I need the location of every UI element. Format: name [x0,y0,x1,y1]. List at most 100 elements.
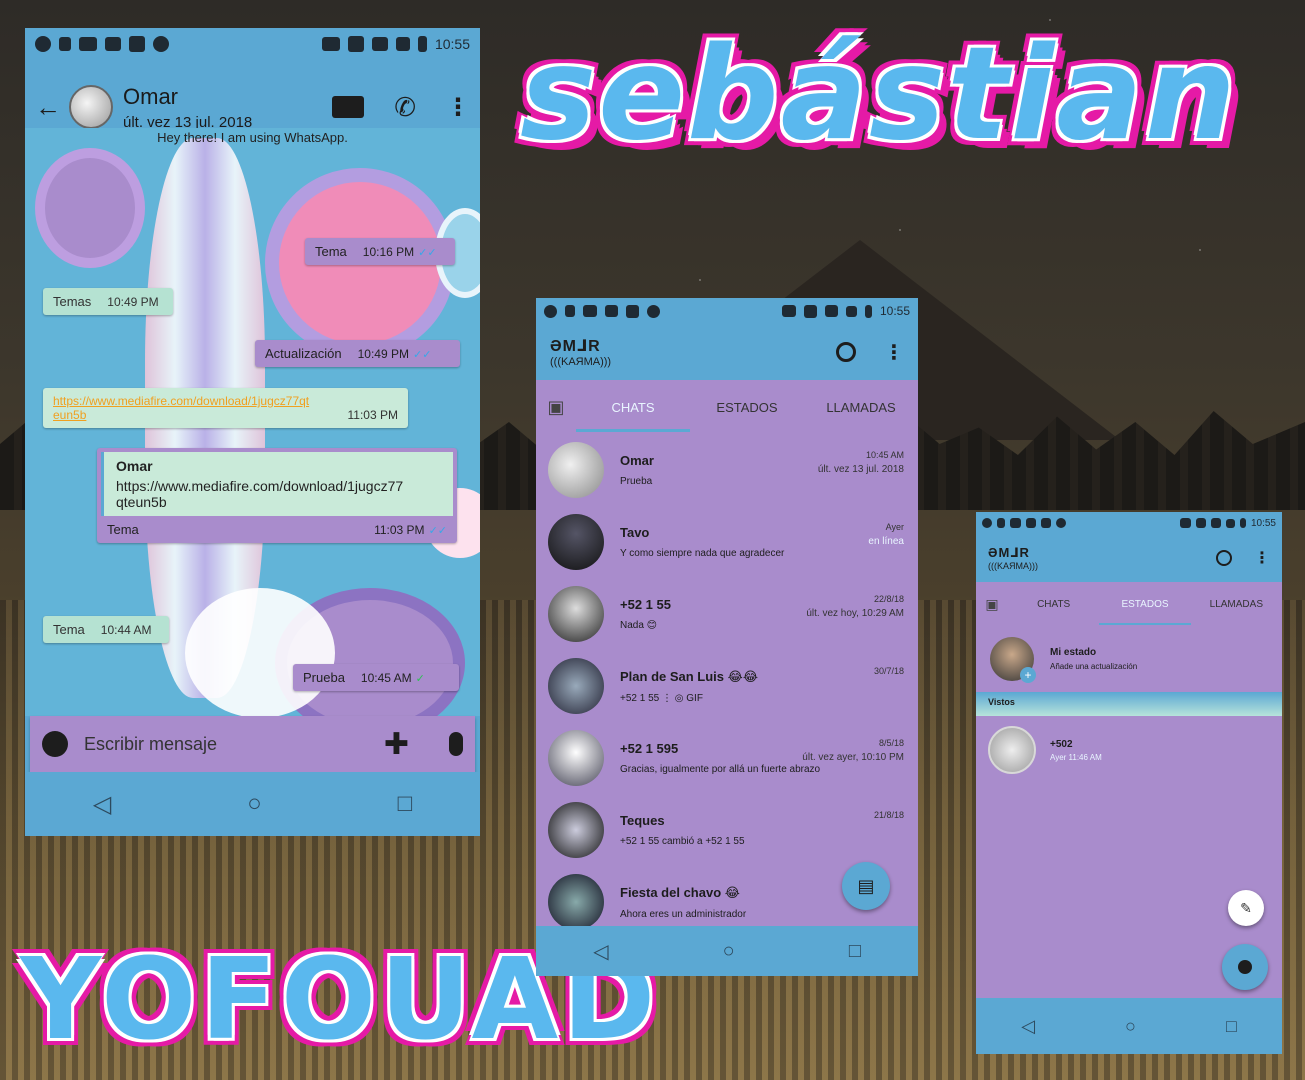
gmail-icon [79,37,97,51]
viewed-section-header: Vistos [976,692,1282,716]
search-icon[interactable] [836,342,856,362]
vibrate-icon [1195,518,1206,528]
read-check-icon: ✓ [415,673,425,685]
search-icon[interactable] [1216,550,1232,566]
avatar[interactable] [548,802,604,858]
chat-row[interactable]: Plan de San Luis 😂😂 +52 1 55 ⋮ ◎ GIF 30/7… [536,650,918,722]
message-bubble[interactable]: Prueba 10:45 AM ✓ [293,664,459,691]
chat-row[interactable]: +52 1 595 Gracias, igualmente por allá un… [536,722,918,794]
whatsapp-icon [153,36,169,52]
avatar[interactable] [548,514,604,570]
status-time: 10:55 [1250,517,1276,529]
brand-sub: (((KAЯMA))) [988,561,1038,571]
more-options-icon[interactable]: ⋮ [884,340,904,365]
emoji-icon[interactable] [42,731,68,757]
airplane-icon [395,37,410,51]
read-check-icon: ✓✓ [412,349,432,361]
read-check-icon: ✓✓ [428,525,447,537]
my-status-row[interactable]: + Mi estado Añade una actualización [976,626,1282,692]
more-options-icon[interactable]: ⋮ [446,93,470,122]
message-bubble-reply[interactable]: Omar https://www.mediafire.com/download/… [97,448,457,543]
camera-status-button[interactable] [1222,944,1268,990]
notification-icon [59,37,71,51]
airplane-icon [845,305,857,317]
tab-llamadas[interactable]: LLAMADAS [804,400,918,415]
message-bubble[interactable]: Tema 10:16 PM ✓✓ [305,238,455,265]
avatar[interactable] [548,730,604,786]
nav-home-icon[interactable]: ○ [247,790,262,818]
tab-estados[interactable]: ESTADOS [1099,599,1191,625]
video-call-icon[interactable] [332,96,365,118]
nav-bar: ◁ ○ □ [25,772,480,836]
chat-area: Hey there! I am using WhatsApp. Tema 10:1… [25,128,480,716]
more-options-icon[interactable]: ⋮ [1254,548,1270,568]
settings-icon [35,36,51,52]
airplane-icon [1225,518,1235,528]
message-icon: ▤ [857,875,875,896]
avatar[interactable] [988,726,1036,774]
avatar[interactable] [548,442,604,498]
tab-chats[interactable]: CHATS [1008,599,1099,610]
avatar[interactable]: + [990,637,1036,683]
status-bar: 10:55 [976,512,1282,534]
cast-icon [1179,518,1191,528]
back-arrow-icon[interactable]: ← [35,92,61,123]
microphone-icon[interactable] [449,732,463,756]
nav-back-icon[interactable]: ◁ [93,790,111,819]
wifi-icon [824,305,838,317]
avatar[interactable] [548,874,604,930]
tab-chats[interactable]: CHATS [576,400,690,432]
nav-home-icon[interactable]: ○ [1125,1016,1136,1037]
add-status-icon[interactable]: + [1020,667,1036,683]
message-input[interactable]: Escribir mensaje [84,734,384,755]
tab-estados[interactable]: ESTADOS [690,400,804,415]
phone-chat: 10:55 ← Omar últ. vez 13 jul. 2018 ✆ ⋮ H… [25,28,480,836]
nav-home-icon[interactable]: ○ [723,940,735,963]
app-icon [1026,518,1036,528]
avatar[interactable] [69,85,113,129]
message-bubble[interactable]: Tema 10:44 AM [43,616,169,643]
camera-icon[interactable]: ▣ [536,397,576,418]
cast-icon [321,37,340,51]
message-bubble[interactable]: https://www.mediafire.com/download/1jugc… [43,388,408,428]
status-time: 10:55 [434,36,470,52]
status-bar: 10:55 [25,28,480,60]
wifi-icon [371,37,388,51]
chat-row[interactable]: Omar Prueba 10:45 AM últ. vez 13 jul. 2018 [536,434,918,506]
pencil-icon: ✎ [1240,899,1252,916]
nav-recents-icon[interactable]: □ [398,790,413,818]
phone-status: 10:55 ƏM⅃R (((KAЯMA))) ⋮ ▣ CHATS ESTADOS… [976,512,1282,1054]
tab-llamadas[interactable]: LLAMADAS [1191,599,1282,610]
status-row[interactable]: +502 Ayer 11:46 AM [976,716,1282,784]
voice-call-icon[interactable]: ✆ [394,92,416,123]
message-bubble[interactable]: Actualización 10:49 PM ✓✓ [255,340,460,367]
chat-row[interactable]: +52 1 55 Nada 😊 22/8/18 últ. vez hoy, 10:2… [536,578,918,650]
chat-info-banner: Hey there! I am using WhatsApp. [157,130,348,145]
gmail-icon [1010,518,1021,528]
wifi-icon [1210,518,1221,528]
tab-bar: ▣ CHATS ESTADOS LLAMADAS [536,380,918,434]
new-chat-button[interactable]: ▤ [842,862,890,910]
attach-plus-icon[interactable]: ✚ [384,727,409,762]
avatar[interactable] [548,586,604,642]
nav-recents-icon[interactable]: □ [849,940,861,963]
avatar[interactable] [548,658,604,714]
nav-back-icon[interactable]: ◁ [1021,1016,1035,1037]
quoted-message[interactable]: Omar https://www.mediafire.com/download/… [101,452,453,516]
brand-name: ƏM⅃R [550,338,601,355]
message-bubble[interactable]: Temas 10:49 PM [43,288,173,315]
camera-icon[interactable]: ▣ [976,596,1008,613]
chat-row[interactable]: Teques +52 1 55 cambió a +52 1 55 21/8/18 [536,794,918,866]
nav-back-icon[interactable]: ◁ [593,939,608,964]
battery-icon [1239,518,1246,528]
nav-bar: ◁ ○ □ [536,926,918,976]
image-icon [129,36,145,52]
message-composer: Escribir mensaje ✚ [30,716,475,772]
nav-recents-icon[interactable]: □ [1226,1016,1237,1037]
edit-status-button[interactable]: ✎ [1228,890,1264,926]
chat-row[interactable]: Tavo Y como siempre nada que agradecer Ay… [536,506,918,578]
contact-info[interactable]: Omar últ. vez 13 jul. 2018 [123,84,332,131]
settings-icon [982,518,992,528]
main-app-bar: ƏM⅃R (((KAЯMA))) ⋮ [976,534,1282,582]
whatsapp-icon [1056,518,1066,528]
